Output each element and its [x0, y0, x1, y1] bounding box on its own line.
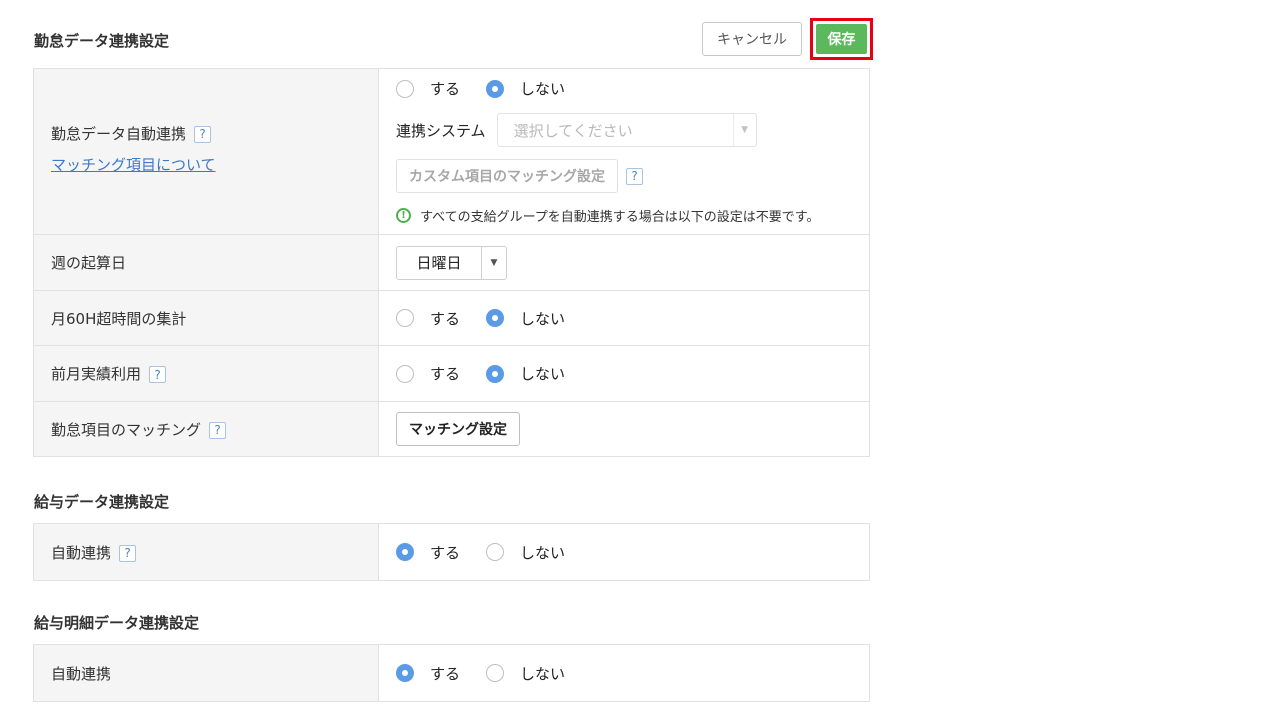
- week-start-value: 日曜日: [397, 246, 482, 279]
- payslip-auto-link-radio-group: する しない: [396, 663, 869, 684]
- payslip-auto-link-radio-yes[interactable]: する: [396, 663, 460, 684]
- auto-link-radio-group: する しない: [396, 78, 869, 99]
- radio-label-no: しない: [520, 543, 566, 562]
- matching-label-cell: 勤怠項目のマッチング?: [33, 401, 379, 457]
- radio-label-no: しない: [520, 365, 566, 383]
- prev-month-label-cell: 前月実績利用?: [33, 345, 379, 402]
- salary-section-title: 給与データ連携設定: [34, 493, 170, 511]
- radio-checked-icon[interactable]: [396, 543, 414, 561]
- salary-auto-link-radio-group: する しない: [396, 542, 869, 563]
- auto-link-notice: ! すべての支給グループを自動連携する場合は以下の設定は不要です。: [396, 206, 869, 225]
- prev-month-help-icon[interactable]: ?: [149, 366, 167, 383]
- prev-month-radio-yes[interactable]: する: [396, 363, 460, 384]
- prev-month-value-cell: する しない: [378, 345, 870, 402]
- week-start-select[interactable]: 日曜日 ▼: [396, 245, 507, 280]
- auto-link-label-cell: 勤怠データ自動連携? マッチング項目について: [33, 68, 379, 235]
- system-select[interactable]: 選択してください ▼: [496, 113, 757, 147]
- radio-label-yes: する: [430, 365, 461, 383]
- overtime60-radio-yes[interactable]: する: [396, 308, 460, 329]
- payslip-settings-table: 自動連携 する しない: [33, 644, 870, 702]
- cancel-button[interactable]: キャンセル: [702, 22, 802, 56]
- kintai-section-title: 勤怠データ連携設定: [34, 32, 170, 50]
- matching-value-cell: マッチング設定: [378, 401, 870, 457]
- custom-matching-button[interactable]: カスタム項目のマッチング設定: [396, 159, 618, 193]
- prev-month-row: 前月実績利用? する しない: [33, 345, 870, 402]
- prev-month-label: 前月実績利用: [51, 365, 142, 383]
- week-start-row: 週の起算日 日曜日 ▼: [33, 234, 870, 291]
- salary-auto-link-radio-yes[interactable]: する: [396, 542, 460, 563]
- chevron-down-icon[interactable]: ▼: [482, 247, 506, 279]
- auto-link-radio-no[interactable]: しない: [486, 78, 565, 99]
- overtime60-label: 月60H超時間の集計: [33, 290, 379, 346]
- system-label: 連携システム: [396, 121, 486, 140]
- matching-label: 勤怠項目のマッチング: [51, 420, 202, 439]
- radio-unchecked-icon[interactable]: [396, 364, 414, 383]
- custom-matching-row: カスタム項目のマッチング設定 ?: [396, 159, 869, 193]
- radio-unchecked-icon[interactable]: [486, 543, 505, 561]
- salary-auto-link-label-cell: 自動連携?: [33, 523, 379, 581]
- payslip-auto-link-value-cell: する しない: [378, 644, 870, 702]
- radio-label-yes: する: [430, 80, 461, 98]
- radio-label-yes: する: [430, 664, 461, 683]
- auto-link-label: 勤怠データ自動連携: [51, 124, 187, 143]
- overtime60-row: 月60H超時間の集計 する しない: [33, 290, 870, 346]
- overtime60-radio-no[interactable]: しない: [486, 308, 565, 329]
- salary-auto-link-label: 自動連携: [51, 543, 112, 562]
- matching-help-icon[interactable]: ?: [209, 421, 227, 439]
- save-button-highlight: 保存: [810, 18, 873, 60]
- system-select-placeholder: 選択してください: [513, 121, 633, 140]
- payslip-auto-link-radio-no[interactable]: しない: [486, 663, 565, 684]
- payslip-auto-link-row: 自動連携 する しない: [33, 644, 870, 702]
- system-row: 連携システム 選択してください ▼: [396, 113, 869, 147]
- auto-link-value-cell: する しない 連携システム 選択してください ▼ カスタム項目のマッチング設定 …: [378, 68, 870, 235]
- radio-label-no: しない: [520, 664, 566, 683]
- auto-link-help-icon[interactable]: ?: [194, 125, 212, 143]
- exclamation-circle-icon: !: [396, 208, 411, 223]
- week-start-label: 週の起算日: [33, 234, 379, 291]
- radio-checked-icon[interactable]: [486, 79, 505, 98]
- matching-row: 勤怠項目のマッチング? マッチング設定: [33, 401, 870, 457]
- radio-label-yes: する: [430, 543, 461, 562]
- matching-settings-button[interactable]: マッチング設定: [396, 412, 520, 446]
- save-button[interactable]: 保存: [816, 24, 867, 54]
- notice-text: すべての支給グループを自動連携する場合は以下の設定は不要です。: [420, 210, 820, 225]
- payslip-section-title: 給与明細データ連携設定: [34, 614, 200, 632]
- radio-unchecked-icon[interactable]: [396, 309, 414, 327]
- custom-matching-help-icon[interactable]: ?: [626, 167, 643, 185]
- prev-month-radio-no[interactable]: しない: [486, 363, 565, 384]
- overtime60-value-cell: する しない: [378, 290, 870, 346]
- radio-label-no: しない: [520, 309, 566, 328]
- overtime60-radio-group: する しない: [396, 308, 869, 329]
- radio-unchecked-icon[interactable]: [396, 79, 414, 98]
- radio-label-no: しない: [520, 80, 566, 98]
- radio-checked-icon[interactable]: [486, 309, 505, 327]
- salary-auto-link-radio-no[interactable]: しない: [486, 542, 565, 563]
- salary-auto-link-row: 自動連携? する しない: [33, 523, 870, 581]
- prev-month-radio-group: する しない: [396, 363, 869, 384]
- salary-settings-table: 自動連携? する しない: [33, 523, 870, 581]
- payslip-auto-link-label: 自動連携: [33, 644, 379, 702]
- radio-unchecked-icon[interactable]: [486, 664, 505, 682]
- week-start-value-cell: 日曜日 ▼: [378, 234, 870, 291]
- kintai-settings-table: 勤怠データ自動連携? マッチング項目について する しない 連携システム 選択し…: [33, 68, 870, 457]
- auto-link-radio-yes[interactable]: する: [396, 78, 460, 99]
- radio-label-yes: する: [430, 309, 461, 328]
- radio-checked-icon[interactable]: [396, 664, 414, 682]
- chevron-down-icon: ▼: [732, 114, 756, 146]
- radio-checked-icon[interactable]: [486, 364, 505, 383]
- salary-auto-link-help-icon[interactable]: ?: [119, 544, 137, 562]
- salary-auto-link-value-cell: する しない: [378, 523, 870, 581]
- matching-info-link[interactable]: マッチング項目について: [51, 156, 216, 174]
- auto-link-row: 勤怠データ自動連携? マッチング項目について する しない 連携システム 選択し…: [33, 68, 870, 235]
